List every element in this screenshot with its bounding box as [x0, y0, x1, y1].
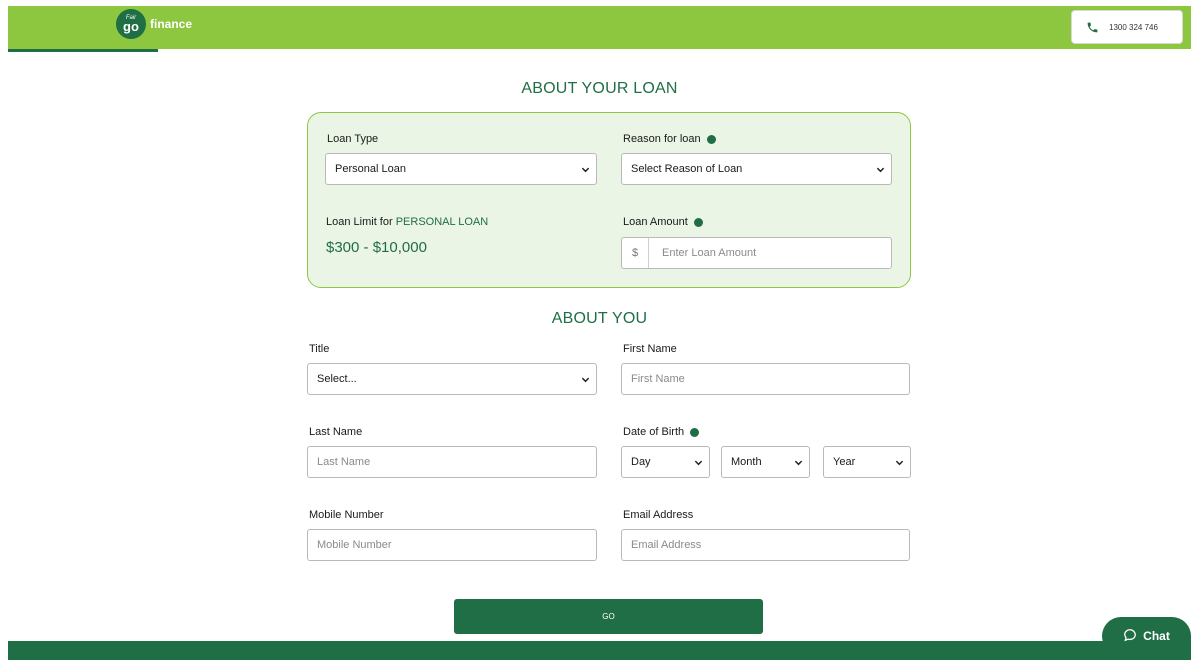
loan-amount-label-text: Loan Amount	[623, 216, 688, 228]
dob-year-value: Year	[833, 456, 856, 468]
dob-day-value: Day	[631, 456, 651, 468]
mobile-placeholder: Mobile Number	[317, 539, 392, 551]
email-label: Email Address	[623, 509, 693, 521]
info-icon[interactable]	[693, 217, 703, 227]
title-label: Title	[309, 343, 329, 355]
chevron-down-icon	[876, 167, 885, 173]
last-name-placeholder: Last Name	[317, 456, 371, 468]
logo[interactable]: Fair go finance	[116, 9, 192, 39]
about-section-title: ABOUT YOU	[551, 310, 648, 327]
loan-amount-input[interactable]: $ Enter Loan Amount	[621, 237, 892, 269]
loan-limit-type: PERSONAL LOAN	[395, 216, 489, 228]
phone-number: 1300 324 746	[1109, 22, 1158, 32]
loan-limit-prefix: Loan Limit for	[326, 216, 396, 228]
chevron-down-icon	[794, 460, 803, 466]
first-name-label-text: First Name	[623, 343, 677, 355]
dob-label-text: Date of Birth	[623, 426, 685, 438]
chat-label: Chat	[1143, 629, 1170, 643]
reason-label-text: Reason for loan	[623, 133, 701, 145]
email-label-text: Email Address	[623, 509, 694, 521]
first-name-input[interactable]: First Name	[621, 363, 910, 395]
loan-amount-placeholder: Enter Loan Amount	[662, 247, 757, 259]
first-name-label: First Name	[623, 343, 677, 355]
mobile-input[interactable]: Mobile Number	[307, 529, 597, 561]
mobile-label: Mobile Number	[309, 509, 384, 521]
loan-type-value: Personal Loan	[335, 163, 406, 175]
go-button[interactable]: GO	[454, 599, 763, 634]
chat-button[interactable]: Chat	[1102, 617, 1191, 655]
logo-badge: Fair go	[116, 9, 146, 39]
loan-limit-value: $300 - $10,000	[326, 239, 427, 256]
chevron-down-icon	[581, 377, 590, 383]
loan-section-title: ABOUT YOUR LOAN	[521, 80, 678, 97]
loan-type-select[interactable]: Personal Loan	[325, 153, 597, 185]
title-select[interactable]: Select...	[307, 363, 597, 395]
last-name-label: Last Name	[309, 426, 362, 438]
last-name-label-text: Last Name	[309, 426, 363, 438]
logo-go-text: go	[123, 19, 139, 34]
chat-bubble-icon	[1123, 628, 1137, 645]
reason-value: Select Reason of Loan	[631, 163, 743, 175]
email-placeholder: Email Address	[631, 539, 702, 551]
last-name-input[interactable]: Last Name	[307, 446, 597, 478]
loan-amount-label: Loan Amount	[623, 216, 703, 228]
title-value: Select...	[317, 373, 357, 385]
reason-label: Reason for loan	[623, 133, 716, 145]
dob-day-select[interactable]: Day	[621, 446, 710, 478]
chevron-down-icon	[694, 460, 703, 466]
info-icon[interactable]	[690, 427, 700, 437]
loan-type-label-text: Loan Type	[327, 133, 379, 145]
page: Fair go finance 1300 324 746 ABOUT YOUR …	[0, 0, 1199, 660]
email-input[interactable]: Email Address	[621, 529, 910, 561]
mobile-label-text: Mobile Number	[309, 509, 384, 521]
dob-month-select[interactable]: Month	[721, 446, 810, 478]
dob-label: Date of Birth	[623, 426, 700, 438]
header-underline	[8, 49, 158, 52]
chevron-down-icon	[895, 460, 904, 466]
title-label-text: Title	[309, 343, 330, 355]
info-icon[interactable]	[706, 134, 716, 144]
footer-bar	[8, 641, 1191, 660]
phone-icon	[1086, 21, 1099, 34]
reason-select[interactable]: Select Reason of Loan	[621, 153, 892, 185]
chevron-down-icon	[581, 167, 590, 173]
loan-type-label: Loan Type	[327, 133, 378, 145]
dob-year-select[interactable]: Year	[823, 446, 911, 478]
dob-month-value: Month	[731, 456, 762, 468]
dollar-prefix: $	[622, 238, 649, 268]
logo-finance-text: finance	[150, 17, 193, 31]
phone-button[interactable]: 1300 324 746	[1071, 10, 1183, 44]
first-name-placeholder: First Name	[631, 373, 685, 385]
loan-limit-label: Loan Limit for PERSONAL LOAN	[326, 216, 488, 228]
